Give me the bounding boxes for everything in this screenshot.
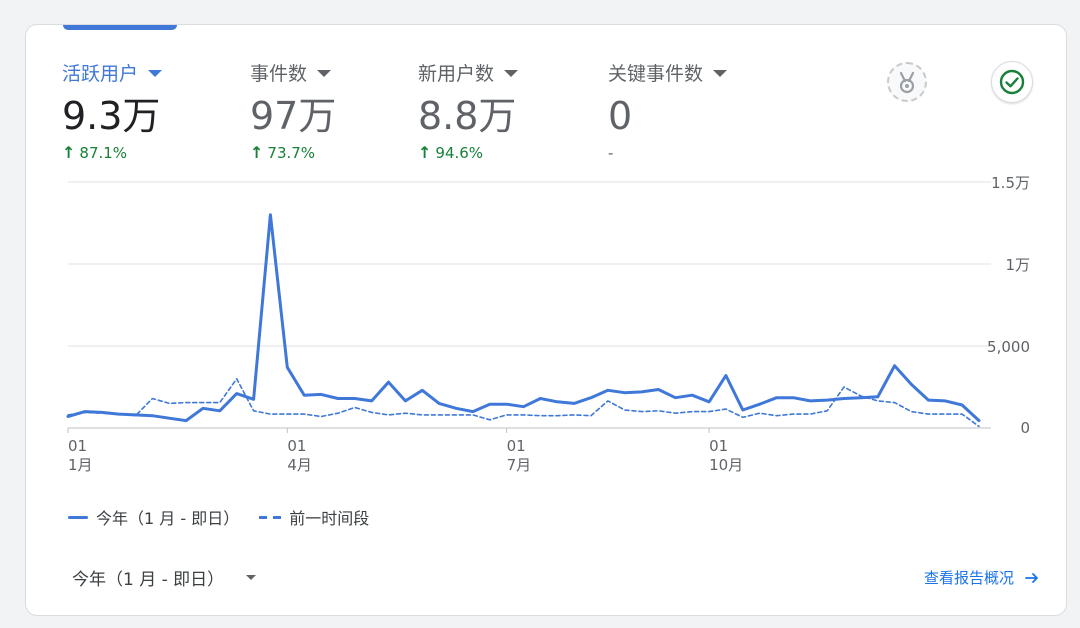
chart-legend: 今年（1 月 - 即日） 前一时间段 [68, 505, 389, 529]
x-tick-month: 1月 [68, 456, 93, 474]
legend-label: 今年（1 月 - 即日） [96, 509, 240, 528]
metric-value: 8.8万 [418, 94, 517, 138]
metric-value: 0 [608, 94, 633, 138]
metric-value: 97万 [250, 94, 337, 138]
x-tick-day: 01 [507, 437, 526, 455]
report-link-label: 查看报告概况 [923, 569, 1014, 587]
change-value: 94.6% [435, 144, 484, 162]
metric-change: ↑ 73.7% [250, 144, 336, 162]
arrow-up-icon: ↑ [250, 143, 264, 162]
legend-item-current[interactable]: 今年（1 月 - 即日） [68, 505, 239, 529]
series-line-previous [67, 378, 980, 428]
date-range-label: 今年（1 月 - 即日） [72, 570, 225, 590]
metric-key-events[interactable]: 关键事件数 0 - [608, 59, 728, 162]
metric-change: - [608, 144, 727, 162]
chart-series [66, 213, 981, 428]
metric-value: 9.3万 [62, 94, 161, 138]
metric-event-count[interactable]: 事件数 97万 ↑ 73.7% [250, 59, 336, 162]
dashed-line-swatch [259, 515, 282, 519]
legend-label: 前一时间段 [289, 509, 370, 528]
caret-down-icon [246, 575, 257, 580]
x-axis-labels: 011月014月017月0110月 [67, 428, 743, 474]
metric-change: ↑ 87.1% [62, 144, 162, 162]
metric-active-users[interactable]: 活跃用户 9.3万 ↑ 87.1% [62, 59, 163, 162]
x-tick-month: 10月 [709, 456, 743, 474]
legend-item-previous[interactable]: 前一时间段 [259, 505, 369, 529]
caret-down-icon [148, 70, 163, 77]
change-value: - [608, 144, 614, 162]
x-tick-month: 7月 [507, 456, 532, 474]
y-tick-label: 5,000 [987, 338, 1030, 356]
caret-down-icon [504, 70, 519, 77]
solid-line-swatch [68, 515, 88, 519]
y-tick-label: 1万 [1005, 256, 1030, 274]
caret-down-icon [713, 70, 728, 77]
view-report-link[interactable]: 查看报告概况 [924, 567, 1040, 588]
change-value: 73.7% [267, 144, 316, 162]
arrow-up-icon: ↑ [62, 143, 76, 162]
metric-label: 事件数 [250, 63, 308, 85]
date-range-selector[interactable]: 今年（1 月 - 即日） [72, 565, 257, 590]
insights-badge-icon[interactable] [887, 62, 927, 102]
caret-down-icon [317, 70, 332, 77]
metric-label: 关键事件数 [608, 63, 704, 85]
check-circle-icon[interactable] [991, 61, 1033, 103]
y-axis-labels: 0 5,000 1万 1.5万 [987, 174, 1030, 437]
metric-label: 新用户数 [418, 63, 495, 85]
x-tick-day: 01 [68, 437, 87, 455]
metric-label: 活跃用户 [62, 63, 139, 85]
line-chart: 05,0001万1.5万 011月014月017月0110月 [66, 174, 1030, 474]
metric-new-users[interactable]: 新用户数 8.8万 ↑ 94.6% [418, 59, 519, 162]
arrow-right-icon [1025, 572, 1038, 583]
y-tick-label: 0 [1020, 419, 1030, 437]
chart-gridlines [68, 181, 991, 429]
x-tick-month: 4月 [287, 456, 312, 474]
x-tick-day: 01 [709, 437, 728, 455]
arrow-up-icon: ↑ [418, 143, 432, 162]
y-tick-label: 1.5万 [991, 174, 1030, 192]
overview-card: 活跃用户 9.3万 ↑ 87.1% 事件数 97万 ↑ 73.7% 新用户数 8… [25, 24, 1067, 616]
metric-change: ↑ 94.6% [418, 144, 518, 162]
active-tab-indicator [63, 25, 177, 30]
change-value: 87.1% [79, 144, 128, 162]
x-tick-day: 01 [287, 437, 306, 455]
